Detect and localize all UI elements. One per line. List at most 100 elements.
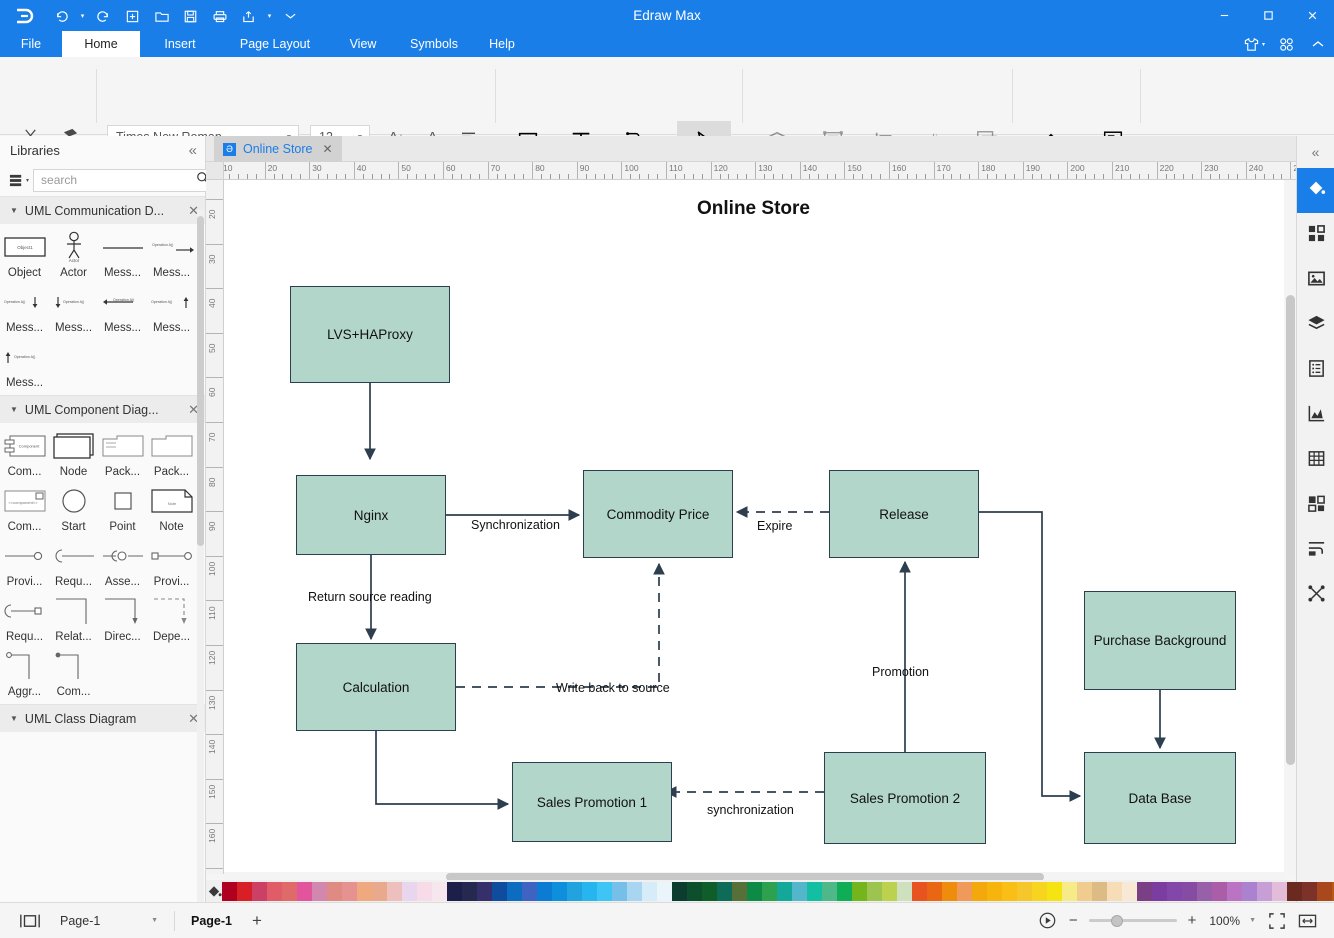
- palette-swatch[interactable]: [972, 881, 987, 901]
- palette-swatch[interactable]: [447, 881, 462, 901]
- palette-swatch[interactable]: [372, 881, 387, 901]
- palette-swatch[interactable]: [792, 881, 807, 901]
- palette-swatch[interactable]: [912, 881, 927, 901]
- palette-swatch[interactable]: [1257, 881, 1272, 901]
- ribbon-tab-page-layout[interactable]: Page Layout: [220, 31, 330, 57]
- grid-apps-icon[interactable]: [1270, 31, 1302, 57]
- rail-button-auto-layout[interactable]: [1297, 573, 1334, 618]
- open-folder-icon[interactable]: [148, 4, 175, 28]
- palette-swatch[interactable]: [762, 881, 777, 901]
- diagram-node-promo1[interactable]: Sales Promotion 1: [512, 749, 685, 842]
- palette-swatch[interactable]: [822, 881, 837, 901]
- palette-swatch[interactable]: [252, 881, 267, 901]
- collapse-left-icon[interactable]: «: [189, 142, 197, 159]
- diagram-node-release[interactable]: Release: [829, 470, 979, 558]
- new-document-icon[interactable]: [119, 4, 146, 28]
- palette-swatch[interactable]: [1122, 881, 1137, 901]
- palette-swatch[interactable]: [1002, 881, 1017, 901]
- palette-swatch[interactable]: [657, 881, 672, 901]
- palette-swatch[interactable]: [582, 881, 597, 901]
- palette-swatch[interactable]: [702, 881, 717, 901]
- palette-swatch[interactable]: [342, 881, 357, 901]
- palette-swatch[interactable]: [627, 881, 642, 901]
- palette-swatch[interactable]: [477, 881, 492, 901]
- collapse-right-icon[interactable]: «: [1297, 136, 1334, 168]
- zoom-in-button[interactable]: +: [1183, 909, 1202, 933]
- library-shape-item[interactable]: Operation A() Mess...: [0, 338, 49, 393]
- palette-swatch[interactable]: [1017, 881, 1032, 901]
- palette-swatch[interactable]: [297, 881, 312, 901]
- ribbon-tab-symbols[interactable]: Symbols: [396, 31, 472, 57]
- redo-button[interactable]: [90, 4, 117, 28]
- undo-caret-icon[interactable]: ▾: [77, 4, 88, 28]
- diagram-canvas[interactable]: Online Store LVS+HAProxy Nginx Commodity Pr…: [224, 180, 1284, 874]
- palette-swatch[interactable]: [417, 881, 432, 901]
- diagram-node-calc[interactable]: Calculation: [296, 643, 456, 731]
- library-shape-item[interactable]: Object1 Object: [0, 228, 49, 283]
- library-shape-item[interactable]: Provi...: [0, 537, 49, 592]
- customize-qat-chevron-down-icon[interactable]: [277, 4, 304, 28]
- palette-swatch[interactable]: [1197, 881, 1212, 901]
- palette-swatch[interactable]: [1272, 881, 1287, 901]
- library-shape-item[interactable]: Com...: [49, 647, 98, 702]
- palette-swatch[interactable]: [777, 881, 792, 901]
- palette-swatch[interactable]: [852, 881, 867, 901]
- library-shape-item[interactable]: Component Com...: [0, 427, 49, 482]
- library-shape-item[interactable]: Provi...: [147, 537, 196, 592]
- rail-button-infographic[interactable]: [1297, 483, 1334, 528]
- library-shape-item[interactable]: Relat...: [49, 592, 98, 647]
- palette-swatch[interactable]: [237, 881, 252, 901]
- palette-swatch[interactable]: [402, 881, 417, 901]
- library-shape-item[interactable]: Operation A() Mess...: [98, 283, 147, 338]
- library-shape-item[interactable]: Operation A() Mess...: [147, 228, 196, 283]
- library-section-header[interactable]: ▼ UML Communication D... ✕: [0, 197, 205, 224]
- save-disk-icon[interactable]: [177, 4, 204, 28]
- vscroll-thumb[interactable]: [1286, 295, 1295, 765]
- page-tab-page-1[interactable]: Page-1: [183, 914, 240, 928]
- palette-swatch[interactable]: [1152, 881, 1167, 901]
- library-shape-item[interactable]: Depe...: [147, 592, 196, 647]
- palette-swatch[interactable]: [867, 881, 882, 901]
- maximize-icon[interactable]: [1246, 0, 1290, 31]
- play-circle-icon[interactable]: [1033, 909, 1062, 933]
- palette-swatch[interactable]: [552, 881, 567, 901]
- search-field-wrapper[interactable]: [33, 168, 216, 192]
- library-shape-item[interactable]: Pack...: [147, 427, 196, 482]
- library-shape-item[interactable]: Direc...: [98, 592, 147, 647]
- rail-button-connector-style[interactable]: [1297, 528, 1334, 573]
- triangle-down-icon[interactable]: ▼: [10, 714, 18, 723]
- palette-swatch[interactable]: [687, 881, 702, 901]
- ribbon-tab-file[interactable]: File: [0, 31, 62, 57]
- palette-swatch[interactable]: [942, 881, 957, 901]
- library-shape-item[interactable]: Asse...: [98, 537, 147, 592]
- palette-swatch[interactable]: [282, 881, 297, 901]
- page-view-icon[interactable]: [14, 909, 46, 933]
- library-shape-item[interactable]: Requ...: [0, 592, 49, 647]
- library-section-header[interactable]: ▼ UML Component Diag... ✕: [0, 396, 205, 423]
- palette-swatch[interactable]: [732, 881, 747, 901]
- palette-swatch[interactable]: [1182, 881, 1197, 901]
- ribbon-tab-help[interactable]: Help: [472, 31, 532, 57]
- palette-swatch[interactable]: [1062, 881, 1077, 901]
- rail-button-table[interactable]: [1297, 438, 1334, 483]
- share-export-icon[interactable]: [235, 4, 262, 28]
- palette-swatch[interactable]: [837, 881, 852, 901]
- palette-swatch[interactable]: [1137, 881, 1152, 901]
- diagram-node-db[interactable]: Data Base: [1084, 752, 1236, 844]
- palette-swatch[interactable]: [597, 881, 612, 901]
- palette-swatch[interactable]: [327, 881, 342, 901]
- diagram-node-promo2[interactable]: Sales Promotion 2: [824, 752, 986, 844]
- ribbon-tab-home[interactable]: Home: [62, 31, 140, 57]
- palette-swatch[interactable]: [1302, 881, 1317, 901]
- palette-swatch[interactable]: [957, 881, 972, 901]
- diagram-node-lvs[interactable]: LVS+HAProxy: [290, 286, 450, 383]
- rail-button-layers[interactable]: [1297, 303, 1334, 348]
- diagram-node-price[interactable]: Commodity Price: [583, 470, 733, 558]
- library-stack-icon[interactable]: ▾: [8, 169, 29, 191]
- undo-button[interactable]: [48, 4, 75, 28]
- diagram-node-nginx[interactable]: Nginx: [296, 462, 459, 555]
- library-shape-item[interactable]: Actor Actor: [49, 228, 98, 283]
- palette-swatch[interactable]: [807, 881, 822, 901]
- printer-icon[interactable]: [206, 4, 233, 28]
- palette-swatch[interactable]: [537, 881, 552, 901]
